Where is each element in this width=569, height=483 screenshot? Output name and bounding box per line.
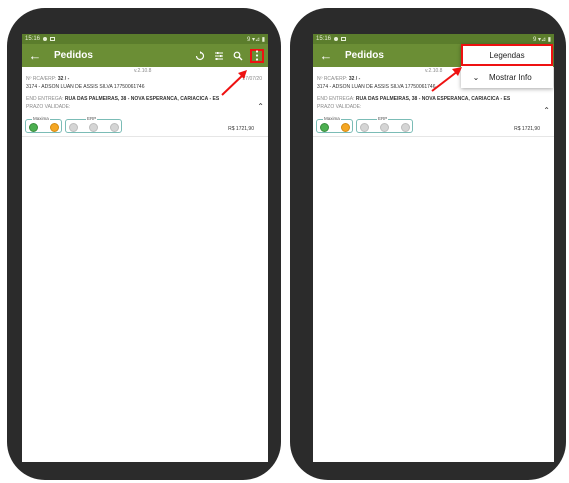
collapse-chevron-icon[interactable]: ⌃ — [543, 106, 550, 115]
status-icons: 9 ▾⊿ ▮ — [532, 36, 551, 43]
erp-status-1-icon[interactable] — [360, 123, 369, 132]
order-client[interactable]: 3174 - ADSON LUAN DE ASSIS SILVA 1775006… — [26, 84, 145, 90]
search-icon[interactable] — [231, 49, 245, 63]
status-group-maxima: Maxima — [25, 116, 62, 133]
arrow-back-icon[interactable]: ← — [26, 44, 44, 67]
message-icon — [341, 37, 347, 41]
erp-status-2-icon[interactable] — [89, 123, 98, 132]
notification-icon — [334, 37, 339, 41]
status-green-icon[interactable] — [320, 123, 329, 132]
screen-right: 15:16 9 ▾⊿ ▮ ← Pedidos v.2.10.8 Nº RCA/E… — [313, 34, 554, 462]
status-green-icon[interactable] — [29, 123, 38, 132]
app-version: v.2.10.8 — [134, 68, 152, 74]
status-icons: 9 ▾⊿ ▮ — [246, 36, 265, 43]
order-delivery: END ENTREGA: RUA DAS PALMEIRAS, 38 - NOV… — [26, 96, 220, 102]
status-time: 15:16 — [316, 36, 332, 42]
overflow-menu: Legendas ⌄ Mostrar Info — [461, 44, 553, 88]
status-time: 15:16 — [25, 36, 41, 42]
divider — [22, 136, 268, 137]
notification-icon — [43, 37, 48, 41]
status-bar: 15:16 9 ▾⊿ ▮ — [313, 34, 554, 44]
status-orange-icon[interactable] — [341, 123, 350, 132]
page-title: Pedidos — [54, 50, 93, 61]
erp-status-2-icon[interactable] — [380, 123, 389, 132]
erp-status-3-icon[interactable] — [401, 123, 410, 132]
chevron-down-icon: ⌄ — [472, 72, 480, 82]
screen-left: 15:16 9 ▾⊿ ▮ ← Pedidos v.2.10.8 27/07/20… — [22, 34, 268, 462]
app-bar: ← Pedidos — [22, 44, 268, 67]
order-number: Nº RCA/ERP: 32 / - — [317, 76, 361, 82]
order-validity: PRAZO VALIDADE: — [26, 104, 71, 110]
menu-item-legendas[interactable]: Legendas — [461, 44, 553, 66]
sync-icon[interactable] — [193, 49, 207, 63]
status-group-erp: ERP — [356, 116, 413, 133]
status-group-maxima: Maxima — [316, 116, 353, 133]
filter-icon[interactable] — [212, 49, 226, 63]
message-icon — [50, 37, 56, 41]
status-bar: 15:16 9 ▾⊿ ▮ — [22, 34, 268, 44]
status-orange-icon[interactable] — [50, 123, 59, 132]
page-title: Pedidos — [345, 50, 384, 61]
annotation-arrow-left — [221, 70, 247, 96]
menu-item-mostrar-info[interactable]: ⌄ Mostrar Info — [461, 66, 553, 88]
status-group-erp: ERP — [65, 116, 122, 133]
more-vert-icon[interactable] — [250, 48, 264, 63]
erp-status-3-icon[interactable] — [110, 123, 119, 132]
order-client[interactable]: 3174 - ADSON LUAN DE ASSIS SILVA 1775006… — [317, 84, 436, 90]
collapse-chevron-icon[interactable]: ⌃ — [257, 102, 264, 111]
divider — [313, 136, 554, 137]
order-delivery: END ENTREGA: RUA DAS PALMEIRAS, 38 - NOV… — [317, 96, 511, 102]
order-price: R$ 1721,90 — [514, 126, 540, 132]
order-validity: PRAZO VALIDADE: — [317, 104, 362, 110]
order-price: R$ 1721,90 — [228, 126, 254, 132]
erp-status-1-icon[interactable] — [69, 123, 78, 132]
order-number: Nº RCA/ERP: 32 / - — [26, 76, 70, 82]
device-right: 15:16 9 ▾⊿ ▮ ← Pedidos v.2.10.8 Nº RCA/E… — [290, 8, 566, 480]
arrow-back-icon[interactable]: ← — [317, 44, 335, 67]
annotation-arrow-right — [431, 67, 462, 92]
